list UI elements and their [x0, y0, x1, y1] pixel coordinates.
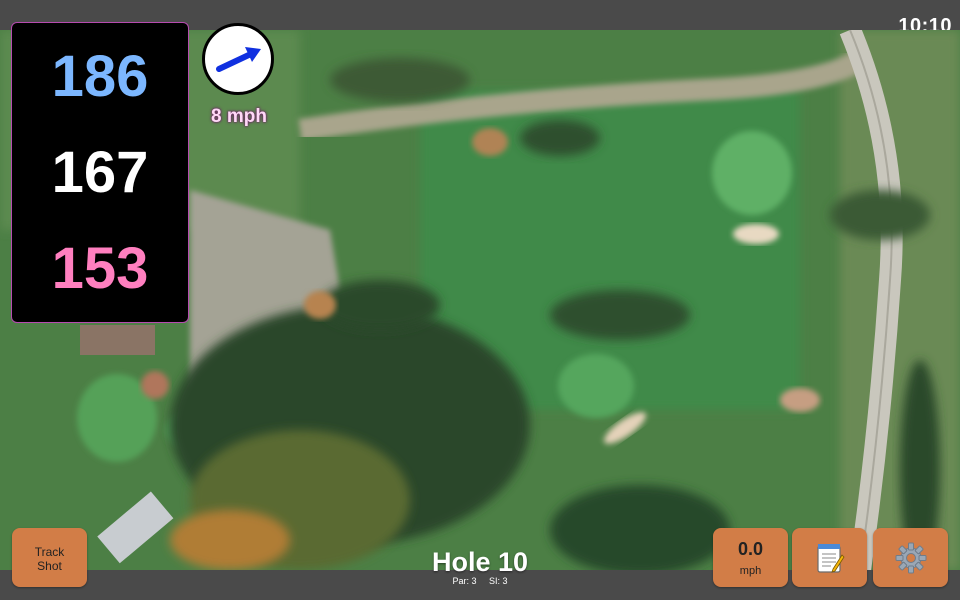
arrow-up-right-icon	[216, 47, 261, 72]
front-distance: 153	[51, 236, 149, 301]
distance-panel[interactable]: 186 167 153	[11, 22, 189, 323]
speed-button[interactable]: 0.0 mph	[713, 528, 788, 587]
notepad-icon	[816, 543, 845, 573]
speed-value: 0.0	[737, 539, 764, 559]
gear-icon	[895, 542, 926, 573]
back-distance: 186	[51, 44, 149, 109]
hole-info: Par: 3 SI: 3	[380, 576, 580, 586]
wind-direction-dial	[202, 23, 274, 95]
settings-button[interactable]	[873, 528, 948, 587]
track-shot-label: Track Shot	[34, 545, 65, 573]
notes-button[interactable]	[792, 528, 867, 587]
wind-speed: 8 mph	[211, 106, 267, 127]
hole-si: SI: 3	[489, 576, 508, 586]
speed-unit: mph	[739, 565, 762, 577]
middle-distance: 167	[51, 140, 149, 205]
hole-par: Par: 3	[452, 576, 477, 586]
track-shot-button[interactable]: Track Shot	[12, 528, 87, 587]
hole-title: Hole 10	[431, 547, 529, 577]
